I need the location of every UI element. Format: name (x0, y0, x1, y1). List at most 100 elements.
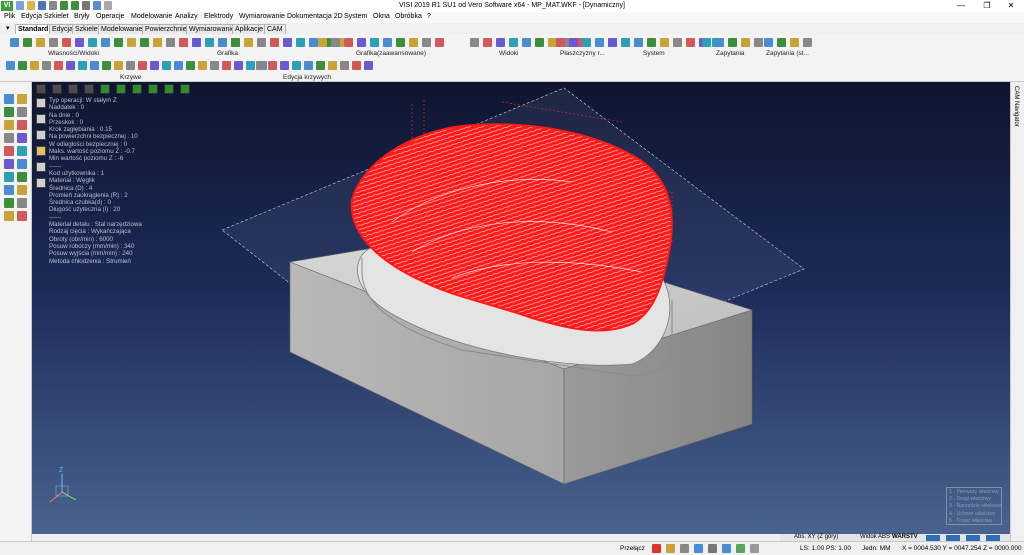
menu-item-elektrody[interactable]: Elektrody (204, 13, 233, 20)
close-button[interactable]: ✕ (998, 0, 1024, 12)
ribbon-tool-icon[interactable] (522, 38, 531, 47)
curve-tool-icon[interactable] (162, 61, 171, 70)
side-tool-icon[interactable] (17, 107, 27, 117)
ribbon-tool-icon[interactable] (660, 38, 669, 47)
curve-tool-icon[interactable] (90, 61, 99, 70)
operation-icon[interactable] (36, 162, 46, 172)
curve-tool-icon[interactable] (198, 61, 207, 70)
side-tool-icon[interactable] (17, 172, 27, 182)
status-icon[interactable] (708, 544, 717, 553)
restore-button[interactable]: ❐ (974, 0, 1000, 12)
ribbon-tool-icon[interactable] (88, 38, 97, 47)
ribbon-tool-icon[interactable] (370, 38, 379, 47)
curve-tool-icon[interactable] (316, 61, 325, 70)
side-tool-icon[interactable] (4, 185, 14, 195)
ribbon-tool-icon[interactable] (764, 38, 773, 47)
pan-icon[interactable] (84, 84, 94, 94)
switch-button[interactable]: Przełącz (620, 545, 645, 552)
status-icon[interactable] (680, 544, 689, 553)
curve-tool-icon[interactable] (138, 61, 147, 70)
menu-item-dokumentacja[interactable]: Dokumentacja 2D (287, 13, 343, 20)
side-tool-icon[interactable] (4, 172, 14, 182)
operation-icon[interactable] (36, 114, 46, 124)
ribbon-tool-icon[interactable] (114, 38, 123, 47)
ribbon-tool-icon[interactable] (270, 38, 279, 47)
menu-item-bryly[interactable]: Bryły (74, 13, 90, 20)
ribbon-tool-icon[interactable] (166, 38, 175, 47)
side-tool-icon[interactable] (4, 211, 14, 221)
status-icon[interactable] (666, 544, 675, 553)
ribbon-tool-icon[interactable] (777, 38, 786, 47)
menu-item-edycja[interactable]: Edycja (21, 13, 42, 20)
ribbon-tool-icon[interactable] (127, 38, 136, 47)
ribbon-tool-icon[interactable] (192, 38, 201, 47)
menu-item-operacje[interactable]: Operacje (96, 13, 124, 20)
curve-tool-icon[interactable] (292, 61, 301, 70)
cube-view-icon[interactable] (100, 84, 110, 94)
side-tool-icon[interactable] (17, 159, 27, 169)
menu-item-szkielet[interactable]: Szkielet (44, 13, 69, 20)
operation-icon[interactable] (36, 130, 46, 140)
minimize-button[interactable]: — (948, 0, 974, 12)
ribbon-tool-icon[interactable] (383, 38, 392, 47)
ribbon-tool-icon[interactable] (357, 38, 366, 47)
ribbon-tool-icon[interactable] (309, 38, 318, 47)
ribbon-tool-icon[interactable] (331, 38, 340, 47)
ribbon-tool-icon[interactable] (754, 38, 763, 47)
curve-tool-icon[interactable] (126, 61, 135, 70)
side-tool-icon[interactable] (17, 211, 27, 221)
curve-tool-icon[interactable] (102, 61, 111, 70)
ribbon-tool-icon[interactable] (569, 38, 578, 47)
curve-tool-icon[interactable] (174, 61, 183, 70)
ribbon-tool-icon[interactable] (62, 38, 71, 47)
tab-powierzchnie[interactable]: Powierzchnie (142, 24, 190, 34)
side-tool-icon[interactable] (17, 146, 27, 156)
side-tool-icon[interactable] (4, 133, 14, 143)
view-mode[interactable]: Widok ABS (860, 534, 890, 540)
side-tool-icon[interactable] (17, 198, 27, 208)
ribbon-tool-icon[interactable] (673, 38, 682, 47)
tab-dropdown[interactable]: ▾ (4, 24, 14, 34)
ribbon-tool-icon[interactable] (296, 38, 305, 47)
ribbon-tool-icon[interactable] (23, 38, 32, 47)
ribbon-tool-icon[interactable] (803, 38, 812, 47)
ribbon-tool-icon[interactable] (10, 38, 19, 47)
tab-wymiarowanie[interactable]: Wymiarowanie (186, 24, 238, 34)
tab-cam[interactable]: CAM (264, 24, 286, 34)
curve-tool-icon[interactable] (280, 61, 289, 70)
curve-tool-icon[interactable] (186, 61, 195, 70)
ribbon-tool-icon[interactable] (595, 38, 604, 47)
operation-icon[interactable] (36, 178, 46, 188)
ribbon-tool-icon[interactable] (101, 38, 110, 47)
menu-item-modelowanie[interactable]: Modelowanie (131, 13, 172, 20)
ribbon-tool-icon[interactable] (257, 38, 266, 47)
zoom-icon[interactable] (68, 84, 78, 94)
curve-tool-icon[interactable] (6, 61, 15, 70)
ribbon-tool-icon[interactable] (179, 38, 188, 47)
menu-item-help[interactable]: ? (427, 13, 431, 20)
ribbon-tool-icon[interactable] (140, 38, 149, 47)
curve-tool-icon[interactable] (304, 61, 313, 70)
ribbon-tool-icon[interactable] (470, 38, 479, 47)
ribbon-tool-icon[interactable] (49, 38, 58, 47)
status-icon[interactable] (736, 544, 745, 553)
ribbon-tool-icon[interactable] (715, 38, 724, 47)
ribbon-tool-icon[interactable] (483, 38, 492, 47)
layer-name[interactable]: WARSTV (892, 534, 918, 540)
curve-tool-icon[interactable] (30, 61, 39, 70)
ribbon-tool-icon[interactable] (283, 38, 292, 47)
menu-item-analizy[interactable]: Analizy (175, 13, 198, 20)
side-tool-icon[interactable] (17, 120, 27, 130)
cube-view-icon[interactable] (164, 84, 174, 94)
ribbon-tool-icon[interactable] (36, 38, 45, 47)
cube-view-icon[interactable] (132, 84, 142, 94)
ribbon-tool-icon[interactable] (741, 38, 750, 47)
ribbon-tool-icon[interactable] (556, 38, 565, 47)
curve-tool-icon[interactable] (78, 61, 87, 70)
curve-tool-icon[interactable] (54, 61, 63, 70)
operation-icon[interactable] (36, 146, 46, 156)
ribbon-tool-icon[interactable] (396, 38, 405, 47)
ribbon-tool-icon[interactable] (435, 38, 444, 47)
tab-standard[interactable]: Standard (15, 24, 52, 34)
ribbon-tool-icon[interactable] (344, 38, 353, 47)
